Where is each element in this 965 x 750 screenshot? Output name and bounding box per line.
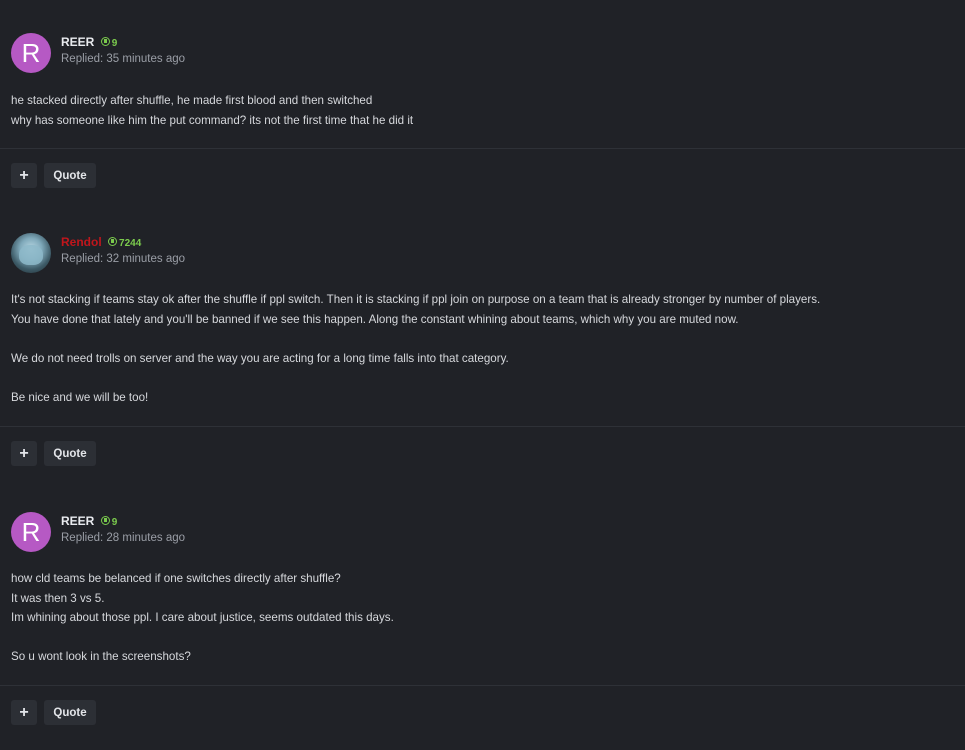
quote-button[interactable]: Quote (44, 700, 96, 725)
reputation-badge: 9 (100, 37, 118, 49)
post-meta: Rendol 7244 Replied: 32 minutes ago (61, 233, 185, 265)
username-link[interactable]: REER (61, 514, 94, 528)
reputation-icon (108, 237, 118, 246)
reputation-count: 9 (111, 38, 118, 49)
post-text-line: how cld teams be belanced if one switche… (11, 572, 341, 585)
reputation-count: 7244 (119, 238, 142, 249)
post-text-line: Be nice and we will be too! (11, 390, 149, 404)
post-actions: + Quote (11, 700, 96, 725)
avatar[interactable] (11, 233, 51, 273)
avatar[interactable]: R (11, 33, 51, 73)
post-text-line: You have done that lately and you'll be … (11, 312, 739, 326)
replied-timestamp: Replied: 32 minutes ago (61, 253, 186, 265)
post-text-line: It's not stacking if teams stay ok after… (11, 293, 821, 306)
username-link[interactable]: REER (61, 35, 94, 49)
reputation-count: 9 (111, 517, 118, 528)
avatar[interactable]: R (11, 512, 51, 552)
replied-timestamp: Replied: 35 minutes ago (61, 53, 186, 65)
replied-timestamp: Replied: 28 minutes ago (61, 532, 186, 544)
reputation-icon (100, 37, 110, 46)
post-meta: REER 9 Replied: 28 minutes ago (61, 512, 185, 544)
username-link[interactable]: Rendol (61, 235, 102, 249)
plus-button[interactable]: + (11, 700, 37, 725)
divider (0, 685, 965, 686)
divider (0, 148, 965, 149)
post-body: he stacked directly after shuffle, he ma… (11, 91, 945, 130)
post-actions: + Quote (11, 163, 96, 188)
reputation-icon (100, 516, 110, 525)
post-text-line: So u wont look in the screenshots? (11, 650, 191, 663)
post-text-line: he stacked directly after shuffle, he ma… (11, 94, 373, 107)
post-body: how cld teams be belanced if one switche… (11, 569, 945, 667)
reputation-badge: 9 (100, 516, 118, 528)
plus-button[interactable]: + (11, 441, 37, 466)
quote-button[interactable]: Quote (44, 163, 96, 188)
divider (0, 426, 965, 427)
post-text-line: why has someone like him the put command… (11, 113, 414, 127)
post-body: It's not stacking if teams stay ok after… (11, 290, 945, 407)
plus-button[interactable]: + (11, 163, 37, 188)
post-text-line: We do not need trolls on server and the … (11, 351, 509, 365)
post-actions: + Quote (11, 441, 96, 466)
post-text-line: It was then 3 vs 5. (11, 591, 105, 605)
post-meta: REER 9 Replied: 35 minutes ago (61, 33, 185, 65)
quote-button[interactable]: Quote (44, 441, 96, 466)
post-text-line: Im whining about those ppl. I care about… (11, 611, 394, 624)
comment-feed: R REER 9 Replied: 35 minutes ago he stac… (0, 0, 965, 750)
reputation-badge: 7244 (108, 237, 142, 249)
